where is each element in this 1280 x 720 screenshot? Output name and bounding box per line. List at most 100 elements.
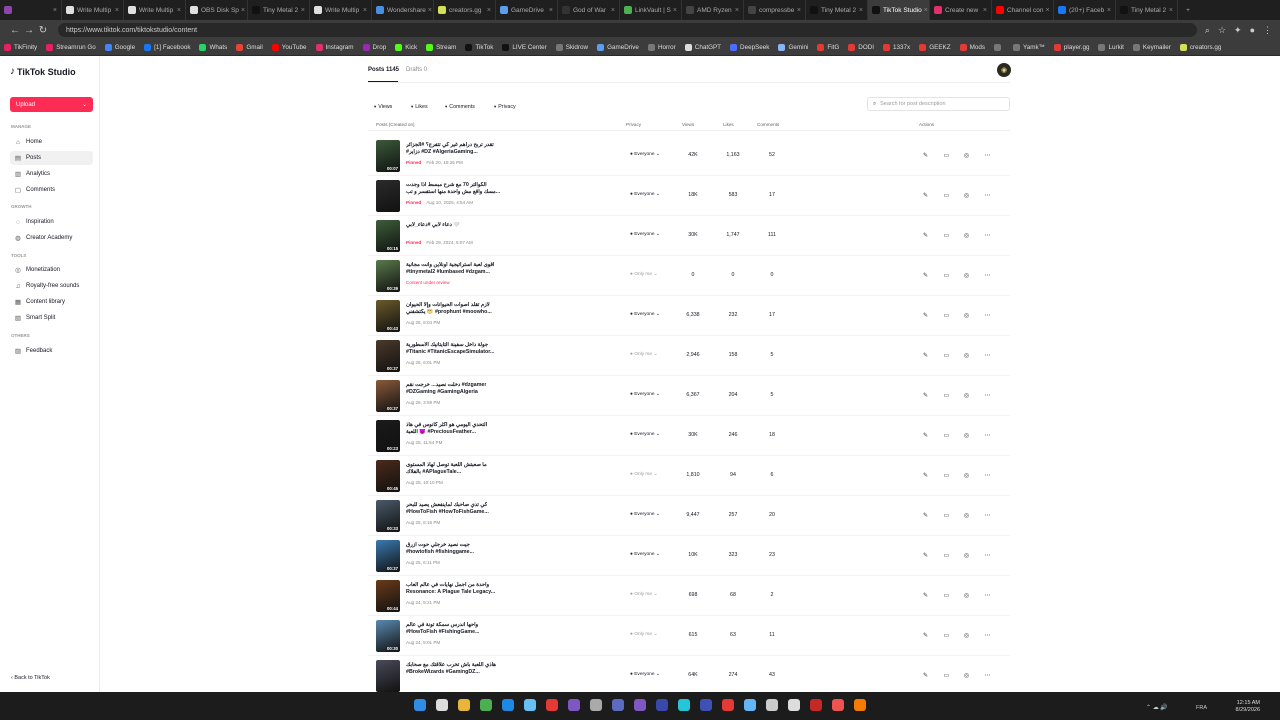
- table-row[interactable]: 00:43 لازم تقلد أصوات الحيوانات وإلا الحي…: [368, 296, 1010, 336]
- bookmark-item[interactable]: TikTok: [465, 44, 493, 51]
- edit-icon[interactable]: ✎: [920, 590, 931, 601]
- table-row[interactable]: 00:37 جولة داخل سفينة التايتانيك الأسطوري…: [368, 336, 1010, 376]
- bookmark-item[interactable]: Keymailer: [1132, 44, 1171, 51]
- more-icon[interactable]: ⋯: [982, 630, 993, 641]
- close-icon[interactable]: ×: [299, 7, 305, 14]
- post-caption-line1[interactable]: دعاء لأبي #دعاء_لأبي 🤍: [406, 222, 460, 228]
- search-input[interactable]: ⌕ Search for post description: [867, 97, 1010, 111]
- taskbar-app-icon[interactable]: [546, 699, 558, 711]
- edit-icon[interactable]: ✎: [920, 310, 931, 321]
- edit-icon[interactable]: ✎: [920, 350, 931, 361]
- browser-tab[interactable]: Write Multip ×: [124, 0, 186, 20]
- post-caption-line2[interactable]: #DZGaming #GamingAlgeria: [406, 389, 478, 395]
- taskbar-app-icon[interactable]: [480, 699, 492, 711]
- sidebar-item-inspiration[interactable]: ◌ Inspiration: [10, 215, 93, 229]
- browser-tab[interactable]: Wondershare ×: [372, 0, 434, 20]
- stats-icon[interactable]: ◎: [961, 630, 972, 641]
- video-thumbnail[interactable]: 00:23: [376, 420, 400, 452]
- table-row[interactable]: 00:30 واحها أندرس سمكة تونة في عالم #HowTo…: [368, 616, 1010, 656]
- taskbar-app-icon[interactable]: [832, 699, 844, 711]
- taskbar-app-icon[interactable]: [414, 699, 426, 711]
- table-row[interactable]: 00:07 تقدر تربح دراهم غير كي تتفرج؟ #الجز…: [368, 136, 1010, 176]
- comment-icon[interactable]: ▭: [941, 430, 952, 441]
- post-caption-line2[interactable]: #howtofish #fishinggame...: [406, 549, 474, 555]
- taskbar-app-icon[interactable]: [678, 699, 690, 711]
- post-caption-line1[interactable]: التحدي اليومي هو أكثر كانوس في هاذ: [406, 422, 487, 428]
- post-caption-line2[interactable]: Resonance: A Plague Tale Legacy...: [406, 589, 495, 595]
- close-icon[interactable]: ×: [485, 7, 491, 14]
- browser-tab[interactable]: GameDrive ×: [496, 0, 558, 20]
- system-tray-icons[interactable]: ⌃ ☁ 🔊: [1146, 704, 1168, 711]
- browser-tab[interactable]: creators.gg ×: [434, 0, 496, 20]
- close-icon[interactable]: ×: [795, 7, 801, 14]
- bookmark-item[interactable]: Horror: [647, 44, 676, 51]
- taskbar-app-icon[interactable]: [766, 699, 778, 711]
- post-caption-line1[interactable]: واحدة من أجمل نهايات في عالم ألعاب: [406, 582, 489, 588]
- sidebar-item-home[interactable]: ⌂ Home: [10, 135, 93, 149]
- video-thumbnail[interactable]: 00:44: [376, 580, 400, 612]
- close-icon[interactable]: ×: [113, 7, 119, 14]
- table-row[interactable]: 00:37 جيت نصيد خرجلي حوت أزرق #howtofish #…: [368, 536, 1010, 576]
- stats-icon[interactable]: ◎: [961, 310, 972, 321]
- privacy-dropdown[interactable]: ● Everyone ⌄: [630, 432, 660, 437]
- system-clock[interactable]: 12:15 AM 8/29/2026: [1214, 700, 1260, 714]
- star-icon[interactable]: ☆: [1218, 25, 1226, 36]
- browser-tab[interactable]: Write Multip ×: [62, 0, 124, 20]
- stats-icon[interactable]: ◎: [961, 190, 972, 201]
- more-icon[interactable]: ⋯: [982, 510, 993, 521]
- table-row[interactable]: 00:39 أقوى لعبة استراتيجية أونلاين وأنت م…: [368, 256, 1010, 296]
- bookmark-item[interactable]: Lurkit: [1098, 44, 1124, 51]
- browser-tab[interactable]: Tiny Metal 2 ×: [1116, 0, 1178, 20]
- edit-icon[interactable]: ✎: [920, 550, 931, 561]
- post-caption-line1[interactable]: كي تدي صاحبك لماينفعش يصيد للبحر: [406, 502, 487, 508]
- sidebar-item-smart-split[interactable]: ▧ Smart Split: [10, 311, 93, 325]
- close-icon[interactable]: ×: [51, 7, 57, 14]
- browser-tab[interactable]: Write Multip ×: [310, 0, 372, 20]
- close-icon[interactable]: ×: [175, 7, 181, 14]
- close-icon[interactable]: ×: [922, 7, 928, 14]
- taskbar-app-icon[interactable]: [722, 699, 734, 711]
- privacy-dropdown[interactable]: ● Only me ⌄: [630, 272, 657, 277]
- zoom-icon[interactable]: ⌕: [1205, 25, 1210, 36]
- sidebar-item-creator-academy[interactable]: ◍ Creator Academy: [10, 231, 93, 245]
- filter-likes[interactable]: ▾ Likes: [411, 101, 428, 112]
- privacy-dropdown[interactable]: ● Only me ⌄: [630, 632, 657, 637]
- table-row[interactable]: 00:45 ما صعبتش اللعبة توصل لهاذ المستوى با…: [368, 456, 1010, 496]
- browser-tab[interactable]: Create new ×: [930, 0, 992, 20]
- column-posts[interactable]: Posts (Created on): [376, 122, 415, 127]
- privacy-dropdown[interactable]: ● Everyone ⌄: [630, 312, 660, 317]
- column-comments[interactable]: Comments: [757, 122, 779, 127]
- taskbar-app-icon[interactable]: [502, 699, 514, 711]
- post-caption-line2[interactable]: بالفلاك #APlagueTale...: [406, 469, 461, 475]
- video-thumbnail[interactable]: [376, 660, 400, 692]
- privacy-dropdown[interactable]: ● Everyone ⌄: [630, 512, 660, 517]
- browser-tab[interactable]: compressbe ×: [744, 0, 806, 20]
- privacy-dropdown[interactable]: ● Everyone ⌄: [630, 672, 660, 677]
- bookmark-item[interactable]: Gemini: [778, 44, 808, 51]
- forward-arrow-icon[interactable]: →: [22, 25, 36, 36]
- reload-icon[interactable]: ↻: [36, 25, 50, 36]
- comment-icon[interactable]: ▭: [941, 390, 952, 401]
- video-thumbnail[interactable]: 00:37: [376, 540, 400, 572]
- privacy-dropdown[interactable]: ● Everyone ⌄: [630, 152, 660, 157]
- browser-tab[interactable]: God of War ×: [558, 0, 620, 20]
- close-icon[interactable]: ×: [981, 7, 987, 14]
- comment-icon[interactable]: ▭: [941, 470, 952, 481]
- comment-icon[interactable]: ▭: [941, 150, 952, 161]
- privacy-dropdown[interactable]: ● Everyone ⌄: [630, 232, 660, 237]
- more-icon[interactable]: ⋯: [982, 390, 993, 401]
- edit-icon[interactable]: ✎: [920, 230, 931, 241]
- stats-icon[interactable]: ◎: [961, 350, 972, 361]
- column-views[interactable]: Views: [682, 122, 694, 127]
- stats-icon[interactable]: ◎: [961, 270, 972, 281]
- table-row[interactable]: 00:15 دعاء لأبي #دعاء_لأبي 🤍 Pinned Feb 29,…: [368, 216, 1010, 256]
- column-likes[interactable]: Likes: [723, 122, 734, 127]
- close-icon[interactable]: ×: [671, 7, 677, 14]
- tab-posts[interactable]: Posts 1145: [368, 67, 399, 73]
- bookmark-item[interactable]: Streamrun Go: [46, 44, 96, 51]
- video-thumbnail[interactable]: 00:43: [376, 300, 400, 332]
- browser-tab[interactable]: LinkVault | S ×: [620, 0, 682, 20]
- taskbar-app-icon[interactable]: [656, 699, 668, 711]
- comment-icon[interactable]: ▭: [941, 550, 952, 561]
- table-row[interactable]: 00:44 واحدة من أجمل نهايات في عالم ألعاب R…: [368, 576, 1010, 616]
